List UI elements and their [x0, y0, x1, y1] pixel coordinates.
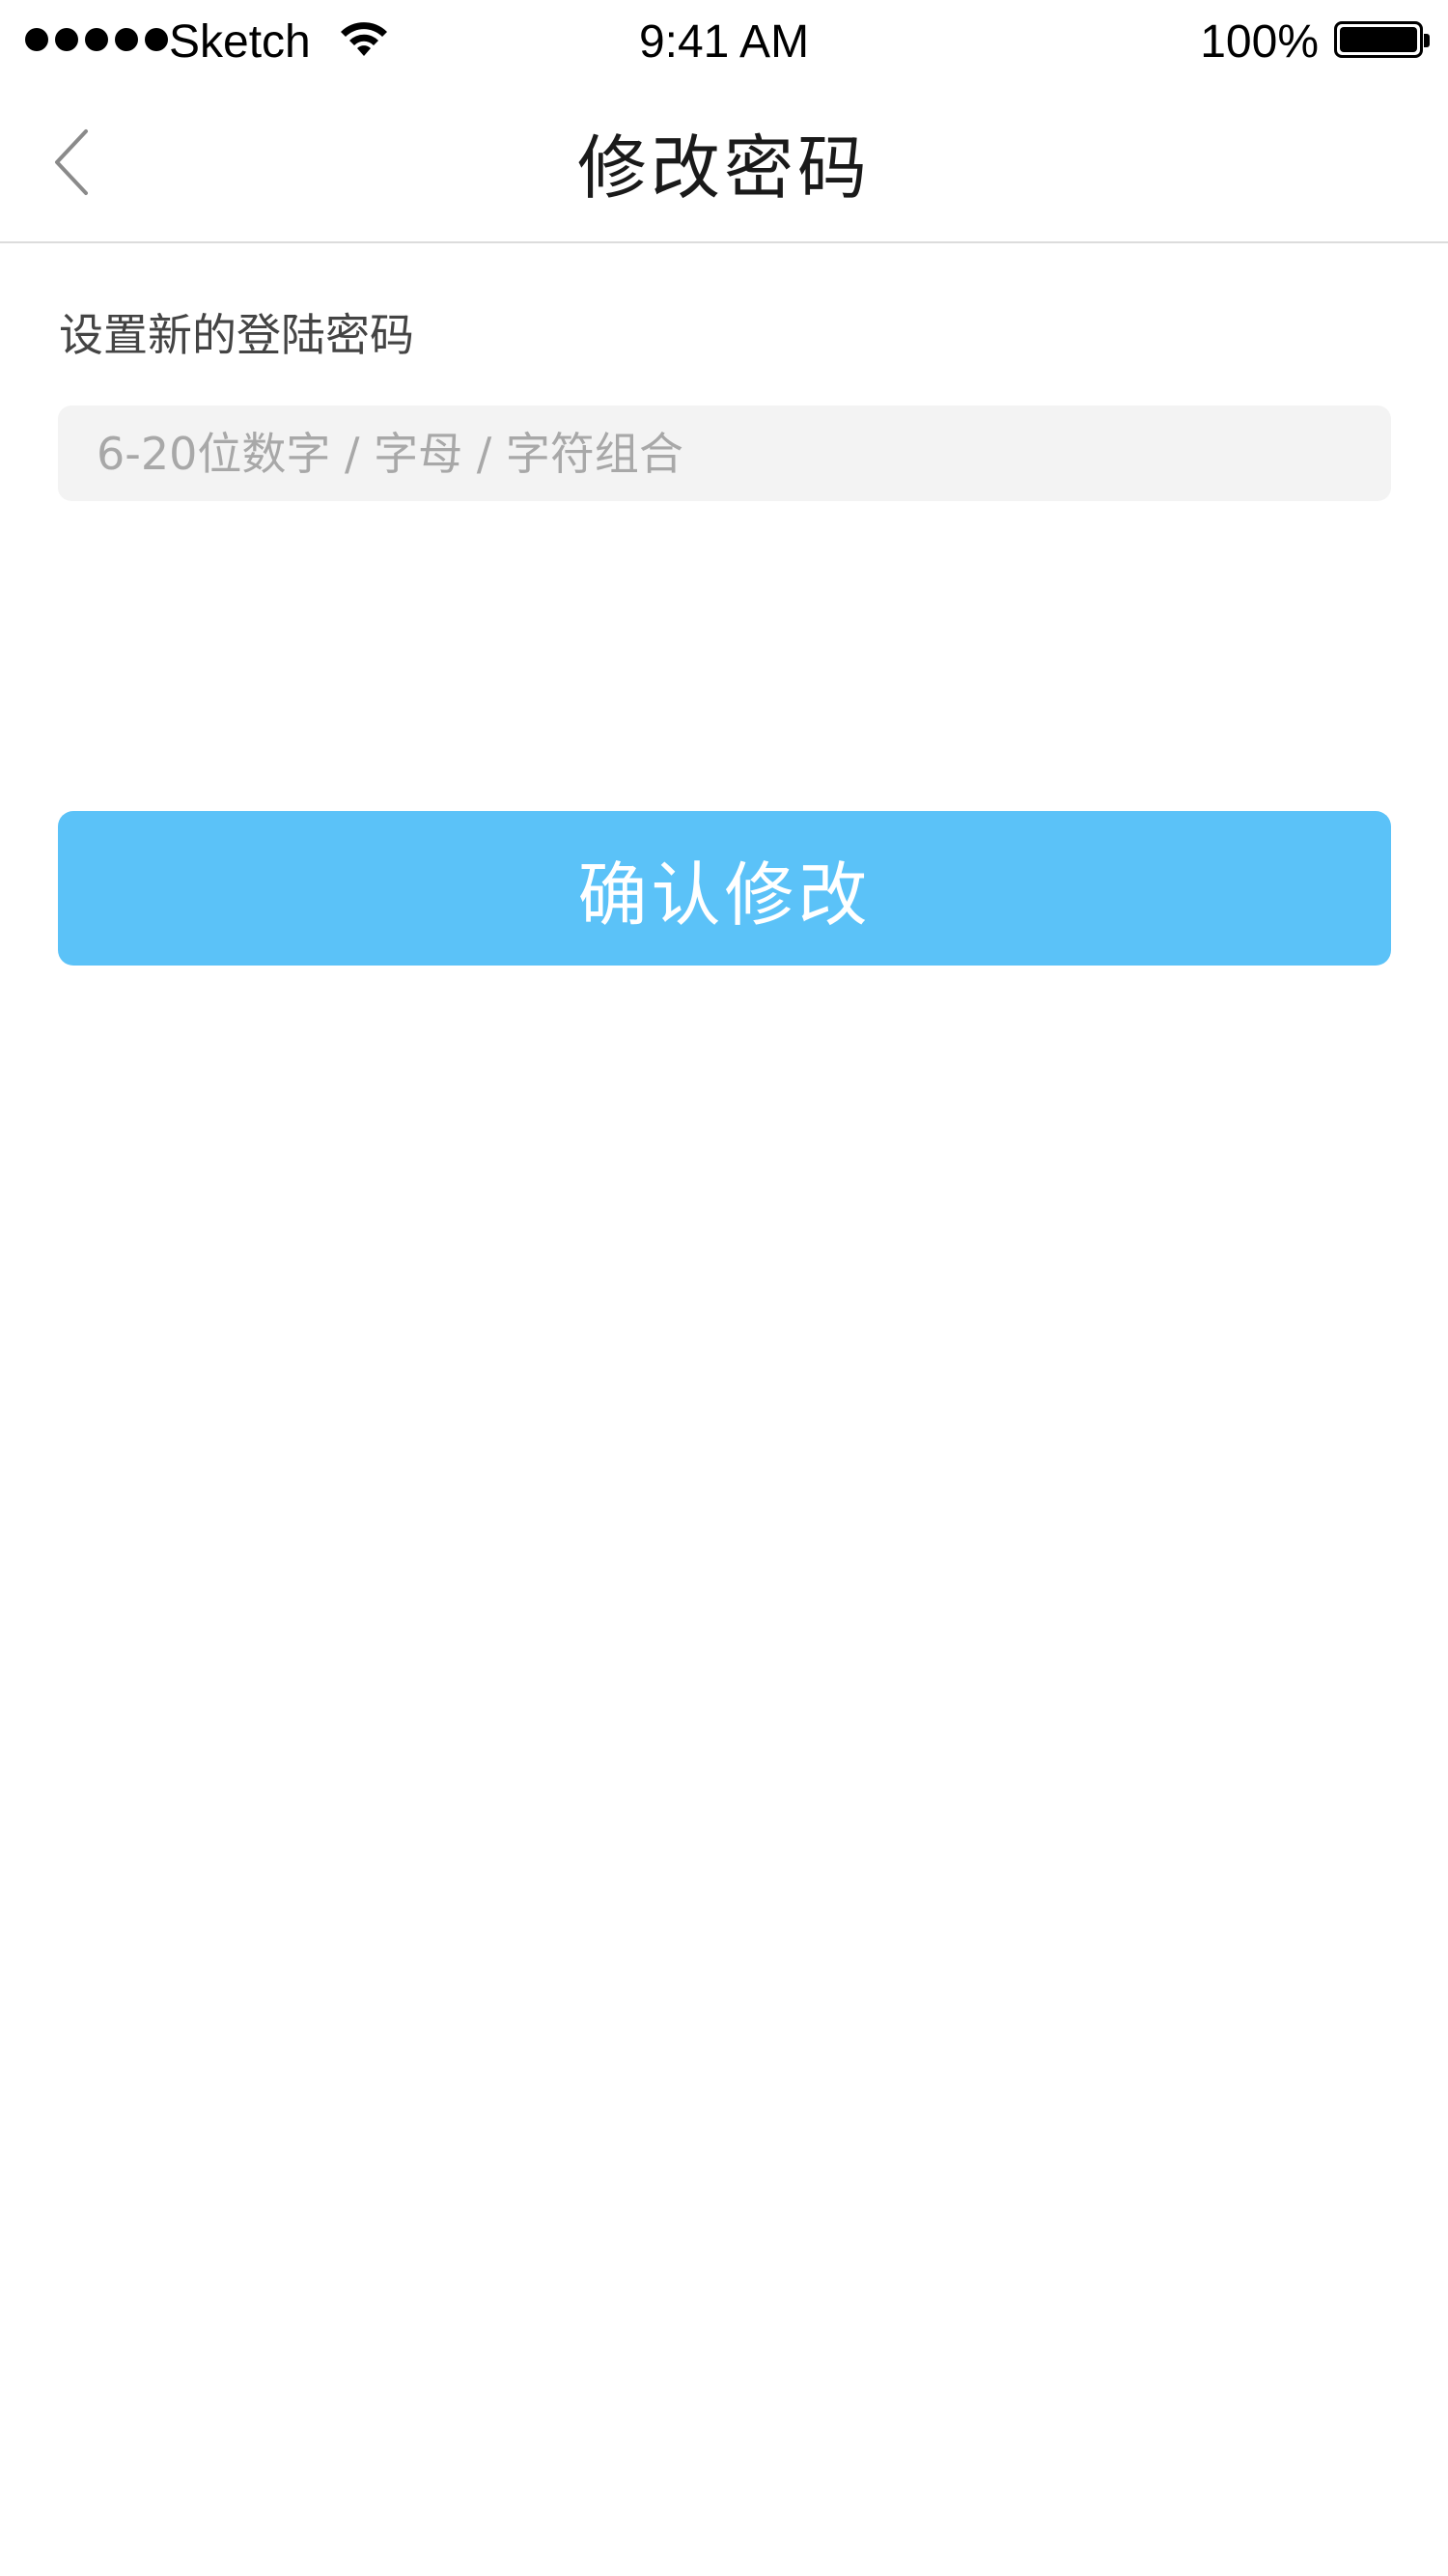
status-bar: Sketch 9:41 AM 100%	[0, 0, 1448, 85]
page-title: 修改密码	[576, 127, 871, 209]
change-password-screen: Sketch 9:41 AM 100% 修改密码 设置新的登陆密码 确认修改	[0, 0, 1448, 2576]
battery-percentage: 100%	[1200, 16, 1319, 68]
battery-icon	[1334, 21, 1430, 58]
nav-bar: 修改密码	[0, 85, 1448, 243]
confirm-change-button[interactable]: 确认修改	[58, 811, 1391, 966]
new-password-input[interactable]	[58, 406, 1391, 501]
new-password-label: 设置新的登陆密码	[59, 309, 414, 361]
